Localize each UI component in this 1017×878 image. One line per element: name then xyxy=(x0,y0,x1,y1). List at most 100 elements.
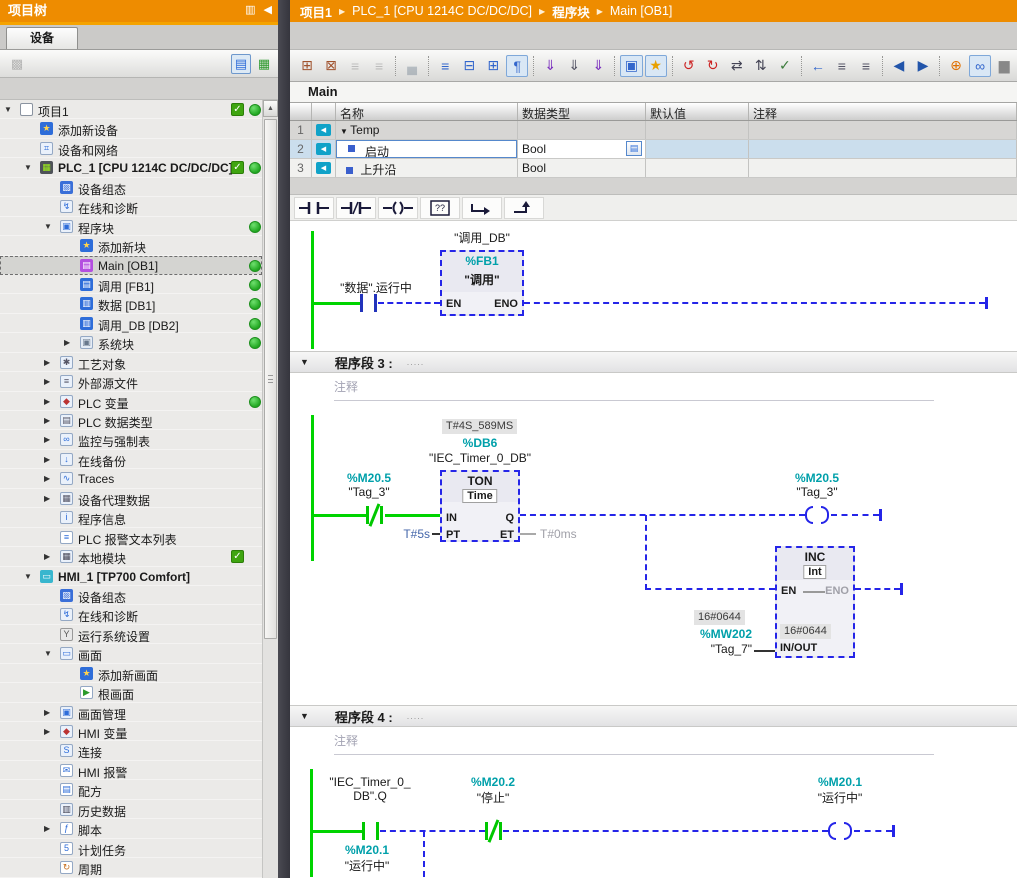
coil-address[interactable]: %M20.1 xyxy=(793,775,887,789)
contact2-address[interactable]: %M20.2 xyxy=(457,775,529,789)
chevron-right-icon[interactable]: ▶ xyxy=(44,708,50,717)
tree-item[interactable]: ▶▤PLC 数据类型 xyxy=(0,411,262,430)
tree-item[interactable]: ≡PLC 报警文本列表 xyxy=(0,528,262,547)
favorite-no-contact-button[interactable] xyxy=(294,197,334,219)
favorite-nc-contact-button[interactable] xyxy=(336,197,376,219)
scroll-up-icon[interactable]: ▲ xyxy=(263,100,278,117)
tree-item[interactable]: ▼▣程序块 xyxy=(0,217,262,236)
chevron-right-icon[interactable]: ▶ xyxy=(44,494,50,503)
reset-start-values-icon[interactable]: ▄ xyxy=(401,55,423,77)
filter-view-icon[interactable]: ▩ xyxy=(7,54,27,74)
overview-view-icon[interactable]: ▦ xyxy=(254,54,274,74)
chevron-down-icon[interactable]: ▼ xyxy=(4,105,12,114)
default-value-cell[interactable] xyxy=(646,159,749,177)
snapshot-icon[interactable]: ▆ xyxy=(993,55,1015,77)
insert-network-icon[interactable]: ⊞ xyxy=(296,55,318,77)
tree-item[interactable]: Y运行系统设置 xyxy=(0,625,262,644)
pin-inout[interactable]: IN/OUT xyxy=(780,642,817,654)
breadcrumb-segment[interactable]: 程序块 xyxy=(552,2,590,21)
expand-all-networks-icon[interactable]: ⊟ xyxy=(458,55,480,77)
tree-item[interactable]: ▶▦本地模块✓ xyxy=(0,547,262,566)
tree-item[interactable]: ▥历史数据 xyxy=(0,800,262,819)
branch-contact-name[interactable]: "运行中" xyxy=(328,857,406,874)
call-structure-icon[interactable]: ← xyxy=(807,55,829,77)
chevron-right-icon[interactable]: ▶ xyxy=(64,338,70,347)
coil-name[interactable]: "运行中" xyxy=(793,789,887,806)
details-view-icon[interactable]: ▤ xyxy=(231,54,251,74)
pt-constant[interactable]: T#5s xyxy=(392,527,430,541)
tree-item[interactable]: ▶◆HMI 变量 xyxy=(0,722,262,741)
nc-contact-symbol[interactable] xyxy=(485,822,502,840)
inc-block[interactable]: INC Int EN ENO 16#0644 IN/OUT xyxy=(775,546,855,658)
delete-row-icon[interactable]: ≡ xyxy=(368,55,390,77)
network-4-comment[interactable]: 注释 xyxy=(334,727,934,755)
tree-item[interactable]: ▤配方 xyxy=(0,780,262,799)
column-header[interactable]: 注释 xyxy=(749,103,1017,120)
load-monitor-2-icon[interactable]: ⇓ xyxy=(563,55,585,77)
chevron-right-icon[interactable]: ▶ xyxy=(44,552,50,561)
contact-name[interactable]: "Tag_3" xyxy=(330,485,408,499)
timer-db-address[interactable]: %DB6 xyxy=(440,436,520,450)
column-header[interactable]: 默认值 xyxy=(646,103,749,120)
tree-scrollbar-thumb[interactable] xyxy=(264,119,277,639)
instance-db-label[interactable]: "调用_DB" xyxy=(398,229,566,246)
no-contact-symbol[interactable] xyxy=(362,822,379,840)
datatype-cell[interactable]: Bool▤ xyxy=(518,140,646,158)
comment-cell[interactable] xyxy=(749,159,1017,177)
pin-eno[interactable]: ENO xyxy=(825,585,849,597)
pin-eno[interactable]: ENO xyxy=(494,298,518,310)
breadcrumb-segment[interactable]: PLC_1 [CPU 1214C DC/DC/DC] xyxy=(352,4,532,18)
chevron-right-icon[interactable]: ▶ xyxy=(44,455,50,464)
chevron-right-icon[interactable]: ▶ xyxy=(44,377,50,386)
tree-item[interactable]: ▧设备组态 xyxy=(0,586,262,605)
coil-address[interactable]: %M20.5 xyxy=(775,471,859,485)
tree-item[interactable]: ▼▭HMI_1 [TP700 Comfort] xyxy=(0,567,262,586)
network-4-header[interactable]: ▼ 程序段 4 : ..... xyxy=(290,705,1017,727)
tree-item[interactable]: ★添加新画面 xyxy=(0,664,262,683)
tree-item[interactable]: ★添加新设备 xyxy=(0,119,262,138)
contact-address[interactable]: %M20.5 xyxy=(330,471,408,485)
absolute-operands-icon[interactable]: ▣ xyxy=(620,55,642,77)
upload-from-device-icon[interactable]: ⇄ xyxy=(726,55,748,77)
chevron-down-icon[interactable]: ▼ xyxy=(24,163,32,172)
tree-item[interactable]: ▼▭画面 xyxy=(0,644,262,663)
load-monitor-3-icon[interactable]: ⇓ xyxy=(587,55,609,77)
name-cell[interactable]: 上升沿 xyxy=(336,159,518,177)
collapse-network-icon[interactable]: ▼ xyxy=(300,711,309,721)
load-monitor-1-icon[interactable]: ⇓ xyxy=(539,55,561,77)
tree-scrollbar[interactable]: ▲ xyxy=(262,100,278,878)
coil-symbol[interactable] xyxy=(828,822,852,840)
free-form-comments-icon[interactable]: ¶ xyxy=(506,55,528,77)
go-to-next-icon[interactable]: ▶ xyxy=(912,55,934,77)
chevron-right-icon[interactable]: ▶ xyxy=(44,824,50,833)
chevron-down-icon[interactable]: ▼ xyxy=(340,127,350,136)
inout-address[interactable]: %MW202 xyxy=(680,627,752,641)
collapse-network-icon[interactable]: ▼ xyxy=(300,357,309,367)
favorite-open-branch-button[interactable] xyxy=(462,197,502,219)
tree-item[interactable]: ▶▦设备代理数据 xyxy=(0,489,262,508)
network-3-comment[interactable]: 注释 xyxy=(334,373,934,401)
name-edit-field[interactable]: 启动 xyxy=(336,140,517,158)
tree-item[interactable]: ▶✱工艺对象 xyxy=(0,353,262,372)
ton-timer-block[interactable]: TON Time IN Q PT ET xyxy=(440,470,520,542)
assignment-list-icon[interactable]: ≡ xyxy=(831,55,853,77)
fb-call-block[interactable]: %FB1 "调用" EN ENO xyxy=(440,250,524,316)
default-value-cell[interactable] xyxy=(646,121,749,139)
column-header-empty[interactable] xyxy=(312,103,336,120)
column-header[interactable]: 数据类型 xyxy=(518,103,646,120)
network-3-header[interactable]: ▼ 程序段 3 : ..... xyxy=(290,351,1017,373)
contact1-operand-line2[interactable]: DB".Q xyxy=(318,789,422,803)
column-header[interactable]: 名称 xyxy=(336,103,518,120)
favorites-visible-icon[interactable]: ★ xyxy=(645,55,667,77)
nc-contact-symbol[interactable] xyxy=(366,506,383,524)
chevron-right-icon[interactable]: ▶ xyxy=(44,435,50,444)
discard-changes-2-icon[interactable]: ↻ xyxy=(702,55,724,77)
find-replace-icon[interactable]: ⊕ xyxy=(945,55,967,77)
coil-name[interactable]: "Tag_3" xyxy=(775,485,859,499)
default-value-cell[interactable] xyxy=(646,140,749,158)
pin-q[interactable]: Q xyxy=(505,512,514,524)
pin-pt[interactable]: PT xyxy=(446,529,460,541)
no-contact-symbol[interactable] xyxy=(360,294,377,312)
breadcrumb-segment[interactable]: 项目1 xyxy=(300,2,332,21)
download-to-device-icon[interactable]: ⇅ xyxy=(750,55,772,77)
